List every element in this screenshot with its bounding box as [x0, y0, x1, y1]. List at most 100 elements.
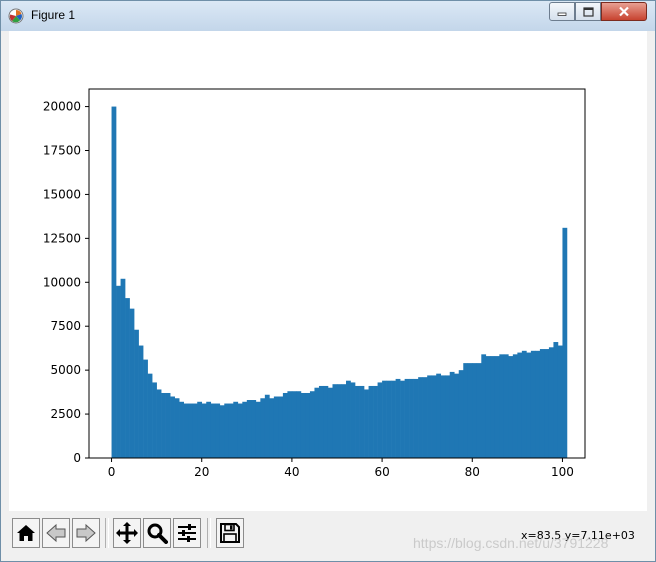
histogram-bar	[161, 392, 166, 458]
histogram-bar	[210, 403, 216, 458]
histogram-bar	[350, 382, 356, 458]
histogram-bar	[251, 400, 257, 458]
save-button[interactable]	[216, 518, 244, 548]
histogram-bar	[481, 354, 487, 458]
x-tick-label: 20	[194, 465, 209, 479]
histogram-bar	[359, 385, 365, 458]
histogram-bar	[395, 378, 401, 458]
histogram-bar	[174, 398, 180, 458]
histogram-bar	[300, 392, 306, 458]
histogram-bar	[291, 391, 297, 458]
minimize-icon	[557, 12, 567, 16]
histogram-bar	[382, 380, 387, 458]
toolbar-separator	[207, 518, 211, 548]
histogram-bar	[165, 392, 171, 458]
histogram-bar	[260, 398, 266, 458]
maximize-icon	[582, 6, 594, 17]
histogram-bar	[467, 363, 473, 458]
histogram-bar	[318, 385, 324, 458]
back-button[interactable]	[42, 518, 70, 548]
histogram-bar	[228, 403, 234, 458]
configure-subplots-icon	[178, 524, 196, 542]
histogram-bar	[314, 387, 320, 458]
histogram-bar	[449, 371, 455, 458]
histogram-bar	[377, 382, 383, 458]
x-tick-label: 60	[374, 465, 389, 479]
histogram-bar	[431, 375, 437, 458]
histogram-bar	[476, 363, 482, 458]
histogram-bar	[422, 377, 428, 458]
histogram-bar	[368, 385, 374, 458]
histogram-bar	[490, 356, 496, 458]
figure-canvas[interactable]: 0 20 40 60 80 100 0 2500 5000 7500 10000 12500 1500…	[9, 31, 647, 511]
histogram-bar	[458, 370, 464, 458]
close-button[interactable]	[601, 2, 647, 21]
histogram-bar	[445, 375, 451, 458]
title-bar[interactable]: Figure 1	[1, 1, 655, 31]
histogram-bar	[246, 400, 252, 458]
histogram-bar	[278, 396, 284, 458]
histogram-bar	[215, 403, 221, 458]
histogram-bar	[440, 375, 446, 458]
histogram-bar	[129, 308, 135, 458]
histogram-bar	[418, 377, 423, 458]
histogram-bar	[539, 349, 545, 458]
y-tick-label: 15000	[43, 187, 81, 201]
histogram-bar	[138, 345, 144, 458]
x-tick-label: 40	[284, 465, 299, 479]
y-tick-label: 7500	[50, 319, 81, 333]
histogram-bar	[273, 396, 279, 458]
home-button[interactable]	[12, 518, 40, 548]
histogram-bar	[219, 405, 225, 458]
x-axis-ticks: 0 20 40 60 80 100	[108, 458, 574, 479]
maximize-button[interactable]	[575, 2, 601, 21]
histogram-bar	[548, 347, 554, 458]
histogram-bar	[341, 384, 347, 458]
watermark-text: https://blog.csdn.net/u/3791228	[413, 535, 609, 551]
histogram-bar	[553, 342, 559, 458]
y-tick-label: 0	[73, 451, 81, 465]
matplotlib-app-icon	[8, 8, 24, 24]
histogram-bar	[499, 354, 505, 458]
histogram-bar	[134, 329, 139, 458]
histogram-bar	[224, 403, 230, 458]
histogram-bar	[503, 354, 509, 458]
histogram-bar	[557, 345, 563, 458]
histogram-bar	[309, 391, 315, 458]
pan-button[interactable]	[113, 518, 141, 548]
zoom-button[interactable]	[143, 518, 171, 548]
save-icon	[220, 523, 240, 543]
histogram-bar	[206, 401, 212, 458]
close-icon	[619, 6, 629, 17]
histogram-bar	[332, 384, 338, 458]
y-axis-ticks: 0 2500 5000 7500 10000 12500 15000 17500 20000	[43, 100, 89, 465]
histogram-bar	[521, 350, 527, 458]
histogram-bar	[413, 378, 419, 458]
histogram-bar	[282, 392, 288, 458]
histogram-bar	[242, 401, 248, 458]
histogram-bar	[201, 403, 207, 458]
histogram-bar	[526, 352, 532, 458]
histogram-bar	[454, 373, 460, 458]
histogram-bar	[156, 389, 162, 458]
y-tick-label: 10000	[43, 275, 81, 289]
histogram-bar	[323, 385, 329, 458]
histogram-bar	[364, 389, 369, 458]
histogram-bar	[237, 403, 243, 458]
y-tick-label: 17500	[43, 144, 81, 158]
histogram-bar	[197, 401, 203, 458]
toolbar-separator	[105, 518, 109, 548]
minimize-button[interactable]	[549, 2, 575, 21]
configure-subplots-button[interactable]	[173, 518, 201, 548]
histogram-bar	[179, 401, 184, 458]
back-icon	[46, 523, 66, 543]
zoom-icon	[147, 523, 168, 544]
histogram-bar	[170, 396, 175, 458]
y-tick-label: 20000	[43, 100, 81, 114]
forward-button[interactable]	[72, 518, 100, 548]
histogram-bar	[512, 354, 518, 458]
histogram-bar	[535, 350, 541, 458]
x-tick-label: 80	[465, 465, 480, 479]
histogram-bar	[485, 356, 491, 458]
histogram-bar	[305, 392, 311, 458]
